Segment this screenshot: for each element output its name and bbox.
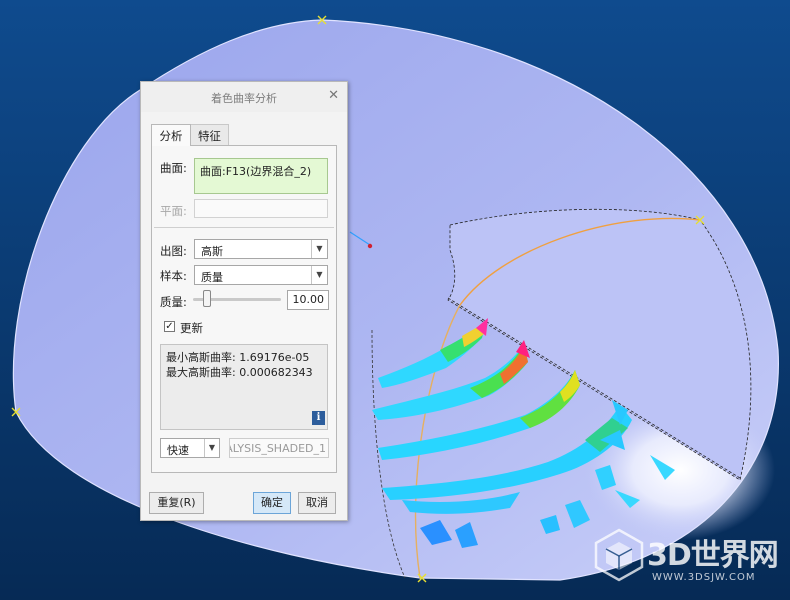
info-icon[interactable]: i [312,411,325,425]
quality-slider-thumb[interactable] [202,290,211,307]
dialog-titlebar[interactable]: 着色曲率分析 ✕ [141,82,347,112]
speed-select[interactable]: 快速 ▼ [160,438,220,458]
plane-collector[interactable] [194,199,328,218]
analysis-name-value: ANALYSIS_SHADED_1 [230,442,326,455]
surface-value: 曲面:F13(边界混合_2) [200,165,312,178]
plane-label: 平面: [160,204,187,218]
output-select[interactable]: 高斯 ▼ [194,239,328,259]
watermark-url: WWW.3DSJW.COM [652,572,756,583]
sample-select[interactable]: 质量 ▼ [194,265,328,285]
output-label: 出图: [160,244,187,258]
results-box: 最小高斯曲率: 1.69176e-05 最大高斯曲率: 0.000682343 [160,344,328,430]
ok-button[interactable]: 确定 [253,492,291,514]
divider [154,227,334,228]
tab-analysis[interactable]: 分析 [151,124,191,146]
min-curvature-text: 最小高斯曲率: 1.69176e-05 [166,351,310,364]
surface-collector[interactable]: 曲面:F13(边界混合_2) [194,158,328,194]
watermark-logo-icon [594,528,644,582]
update-checkbox[interactable]: ✓ [164,321,175,332]
quality-label: 质量: [160,295,187,309]
cancel-button[interactable]: 取消 [298,492,336,514]
chevron-down-icon: ▼ [311,266,327,284]
quality-input[interactable]: 10.00 [287,290,329,310]
watermark-brand: 3D世界网 [647,538,779,573]
sample-label: 样本: [160,269,187,283]
sample-value: 质量 [201,271,223,284]
watermark: 3D世界网 WWW.3DSJW.COM [590,522,790,592]
tab-feature[interactable]: 特征 [191,124,229,146]
analysis-name-field[interactable]: ANALYSIS_SHADED_1 [229,438,329,458]
close-icon[interactable]: ✕ [328,88,339,103]
output-value: 高斯 [201,245,223,258]
speed-value: 快速 [167,444,189,457]
chevron-down-icon: ▼ [311,240,327,258]
max-curvature-text: 最大高斯曲率: 0.000682343 [166,366,313,379]
surface-label: 曲面: [160,161,187,175]
chevron-down-icon: ▼ [204,439,219,457]
repeat-button[interactable]: 重复(R) [149,492,204,514]
update-label: 更新 [180,321,203,335]
graphics-viewport[interactable] [0,0,790,600]
dialog-title: 着色曲率分析 [211,92,277,105]
shaded-curvature-dialog: 着色曲率分析 ✕ 分析 特征 曲面: 曲面:F13(边界混合_2) 平面: 出图… [140,81,348,521]
